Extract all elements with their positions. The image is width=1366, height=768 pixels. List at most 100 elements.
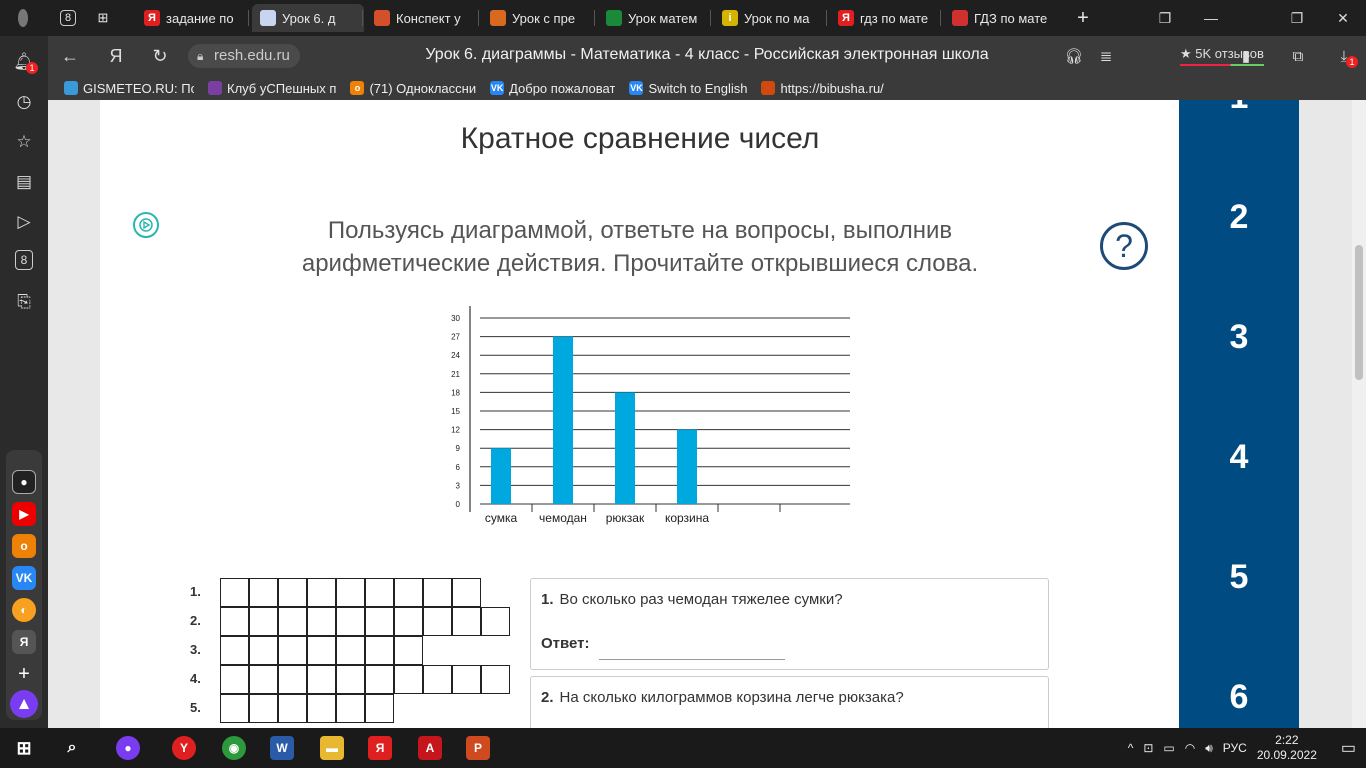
tab-8[interactable]: ГДЗ по мате: [944, 4, 1056, 32]
download-icon[interactable]: ⤓ 1: [1332, 44, 1358, 68]
crossword-cell[interactable]: [365, 665, 394, 694]
task-nav-item-3[interactable]: 3: [1179, 318, 1299, 357]
bookmark-3[interactable]: о (71) Одноклассни: [350, 81, 476, 96]
crossword-cell[interactable]: [278, 694, 307, 723]
crossword-cell[interactable]: [365, 578, 394, 607]
video-icon[interactable]: ▷: [12, 210, 36, 234]
chrome-icon[interactable]: ◉: [222, 736, 246, 760]
crossword-cell[interactable]: [394, 607, 423, 636]
windows-start-icon[interactable]: ⊞: [12, 736, 36, 760]
acrobat-icon[interactable]: A: [418, 736, 442, 760]
vk-icon[interactable]: VK: [12, 566, 36, 590]
task-nav-item-6[interactable]: 6: [1179, 678, 1299, 717]
tabs-icon[interactable]: 8: [15, 250, 33, 270]
task-nav-item-2[interactable]: 2: [1179, 198, 1299, 237]
youtube-icon[interactable]: ▶: [12, 502, 36, 526]
crossword-cell[interactable]: [278, 665, 307, 694]
volume-icon[interactable]: 🔊︎: [1205, 741, 1213, 756]
crossword-cell[interactable]: [307, 607, 336, 636]
tab-4[interactable]: Урок с пре: [482, 4, 594, 32]
yandex-browser-icon[interactable]: Y: [172, 736, 196, 760]
alice-icon[interactable]: ●: [12, 470, 36, 494]
bookmark-1[interactable]: GISMETEO.RU: Пог: [64, 81, 194, 96]
explorer-icon[interactable]: ▬: [320, 736, 344, 760]
restore-button[interactable]: ❐: [1274, 0, 1320, 36]
task-nav-item-1[interactable]: 1: [1179, 100, 1299, 117]
music-icon[interactable]: ◐: [12, 598, 36, 622]
play-icon[interactable]: [133, 212, 159, 238]
tray-chevron-icon[interactable]: ^: [1128, 741, 1134, 755]
wifi-icon[interactable]: ◠: [1185, 741, 1195, 755]
crossword-cell[interactable]: [394, 665, 423, 694]
crossword-cell[interactable]: [220, 694, 249, 723]
tab-count-button[interactable]: 8: [52, 4, 84, 32]
collections-button-icon[interactable]: ⧉: [1286, 44, 1310, 68]
crossword-cell[interactable]: [307, 665, 336, 694]
crossword-cell[interactable]: [336, 694, 365, 723]
close-button[interactable]: ✕: [1320, 0, 1366, 36]
crossword-cell[interactable]: [365, 607, 394, 636]
help-icon[interactable]: ?: [1100, 222, 1148, 270]
crossword-cell[interactable]: [365, 636, 394, 665]
crossword-cell[interactable]: [249, 694, 278, 723]
crossword-cell[interactable]: [452, 665, 481, 694]
reader-icon[interactable]: ≣: [1094, 44, 1118, 68]
page-scrollbar[interactable]: [1352, 100, 1366, 728]
task-nav-item-5[interactable]: 5: [1179, 558, 1299, 597]
crossword-cell[interactable]: [481, 665, 510, 694]
yandex-icon[interactable]: Я: [12, 630, 36, 654]
bookmark-2[interactable]: Клуб уСПешных п: [208, 81, 336, 96]
crossword-cell[interactable]: [423, 607, 452, 636]
yandex-home-icon[interactable]: Я: [104, 44, 128, 68]
crossword-cell[interactable]: [336, 578, 365, 607]
collections-icon[interactable]: ▤: [12, 170, 36, 194]
bell-icon[interactable]: 🔔︎ 1: [12, 50, 38, 74]
minimize-button[interactable]: —: [1188, 0, 1234, 36]
tab-7[interactable]: Ягдз по мате: [830, 4, 942, 32]
new-tab-button[interactable]: +: [1068, 4, 1098, 32]
crossword-cell[interactable]: [481, 607, 510, 636]
alice-assistant-icon[interactable]: ▲: [10, 690, 38, 718]
alice-taskbar-icon[interactable]: ●: [116, 736, 140, 760]
tab-5[interactable]: Урок матем: [598, 4, 710, 32]
crossword-cell[interactable]: [249, 665, 278, 694]
crossword-cell[interactable]: [249, 636, 278, 665]
crossword-cell[interactable]: [220, 607, 249, 636]
profile-icon[interactable]: [10, 4, 36, 32]
tab-2[interactable]: Урок 6. д: [252, 4, 364, 32]
reload-icon[interactable]: ↻: [148, 44, 172, 68]
crossword-cell[interactable]: [220, 578, 249, 607]
powerpoint-icon[interactable]: P: [466, 736, 490, 760]
scroll-thumb[interactable]: [1355, 245, 1363, 380]
crossword-cell[interactable]: [365, 694, 394, 723]
crossword-cell[interactable]: [394, 578, 423, 607]
back-icon[interactable]: ←: [58, 44, 82, 68]
task-nav-item-4[interactable]: 4: [1179, 438, 1299, 477]
tab-3[interactable]: Конспект у: [366, 4, 478, 32]
star-icon[interactable]: ☆: [12, 130, 36, 154]
tabs-menu-icon[interactable]: ❐: [1142, 0, 1188, 36]
language-indicator[interactable]: РУС: [1223, 741, 1247, 755]
crossword-cell[interactable]: [336, 636, 365, 665]
crossword-cell[interactable]: [307, 636, 336, 665]
search-icon[interactable]: ⌕: [60, 736, 84, 760]
battery-icon[interactable]: ▭: [1163, 741, 1174, 755]
yandex-icon-taskbar[interactable]: Я: [368, 736, 392, 760]
history-icon[interactable]: ◷: [12, 90, 36, 114]
headphones-icon[interactable]: 🎧︎: [1062, 44, 1086, 68]
crossword-cell[interactable]: [220, 665, 249, 694]
tab-6[interactable]: i Урок по ма: [714, 4, 826, 32]
notifications-icon[interactable]: ▭: [1341, 738, 1356, 758]
url-field[interactable]: 🔒︎ resh.edu.ru: [188, 44, 300, 68]
crossword-cell[interactable]: [249, 607, 278, 636]
clock[interactable]: 2:22 20.09.2022: [1257, 733, 1317, 763]
crossword-cell[interactable]: [249, 578, 278, 607]
new-tab-group-icon[interactable]: ⊞: [88, 4, 118, 32]
crossword-cell[interactable]: [423, 665, 452, 694]
screenshot-icon[interactable]: ⎘: [12, 290, 36, 314]
bookmark-4[interactable]: VK Добро пожаловат: [490, 81, 615, 96]
crossword-cell[interactable]: [452, 578, 481, 607]
add-app-icon[interactable]: +: [12, 662, 36, 686]
crossword-cell[interactable]: [307, 578, 336, 607]
crossword-cell[interactable]: [452, 607, 481, 636]
